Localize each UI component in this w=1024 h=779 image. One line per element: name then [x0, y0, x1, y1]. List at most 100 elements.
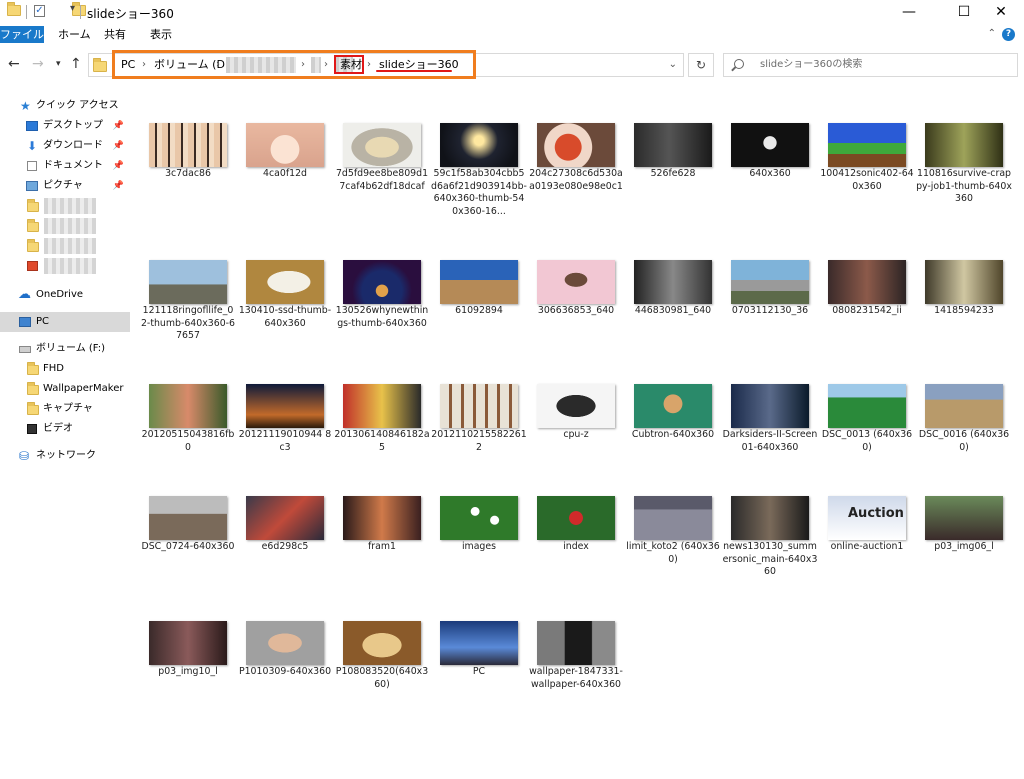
file-name: 446830981_640 [634, 305, 712, 316]
nav-item-hidden-app[interactable] [0, 256, 130, 276]
file-name: Darksiders-II-Screen01-640x360 [722, 429, 818, 453]
thumbnail [343, 123, 421, 167]
properties-icon[interactable]: ✓ [34, 5, 45, 17]
drive-icon [19, 346, 31, 353]
tab-view[interactable]: 表示 [142, 26, 180, 43]
highlight-box-red [334, 55, 364, 74]
customize-toolbar-icon[interactable]: ▾ [70, 3, 75, 14]
nav-label: ビデオ [43, 423, 73, 434]
thumbnail [246, 621, 324, 665]
thumbnail [925, 260, 1003, 304]
nav-item-video[interactable]: ビデオ [0, 419, 130, 439]
pin-icon[interactable]: 📌 [113, 136, 124, 156]
highlight-box-orange [112, 50, 476, 79]
thumbnail [149, 123, 227, 167]
file-name: online-auction1 [830, 541, 904, 552]
nav-item-network[interactable]: ⛁ ネットワーク [0, 446, 130, 466]
thumbnail [537, 496, 615, 540]
nav-label: ピクチャ [43, 180, 83, 191]
thumbnail: Auction [828, 496, 906, 540]
nav-label: WallpaperMaker [43, 383, 124, 394]
file-name: 640x360 [749, 168, 791, 179]
thumbnail [246, 123, 324, 167]
nav-item-desktop[interactable]: デスクトップ 📌 [0, 116, 130, 136]
file-name: fram1 [368, 541, 396, 552]
nav-item-onedrive[interactable]: ☁ OneDrive [0, 285, 130, 305]
folder-icon [27, 239, 39, 252]
nav-quick-access[interactable]: ★ クイック アクセス [0, 96, 130, 116]
thumbnail [634, 260, 712, 304]
thumbnail [731, 384, 809, 428]
separator [26, 5, 27, 19]
file-name: 204c27308c6d530aa0193e080e98e0c1 [529, 168, 623, 192]
search-input[interactable]: slideショー360の検索 [723, 53, 1018, 77]
nav-item-capture[interactable]: キャプチャ [0, 399, 130, 419]
nav-label: ボリューム (F:) [36, 343, 106, 354]
thumbnail [149, 384, 227, 428]
up-arrow-icon[interactable]: ↑ [70, 56, 82, 72]
file-name: 4ca0f12d [262, 168, 307, 179]
back-arrow-icon[interactable]: ← [8, 56, 20, 72]
nav-item-hidden-folder[interactable] [0, 236, 130, 256]
thumbnail [246, 260, 324, 304]
thumbnail [634, 384, 712, 428]
file-name: cpu-z [563, 429, 589, 440]
tab-share[interactable]: 共有 [96, 26, 134, 43]
search-icon [734, 59, 744, 69]
folder-icon [93, 58, 107, 72]
help-icon[interactable]: ? [1002, 28, 1015, 41]
forward-arrow-icon[interactable]: → [32, 56, 44, 72]
file-name: DSC_0724-640x360 [141, 541, 235, 552]
nav-item-pc[interactable]: PC [0, 312, 130, 332]
nav-label: PC [36, 316, 50, 327]
nav-item-hidden-folder[interactable] [0, 216, 130, 236]
nav-label: OneDrive [36, 289, 84, 300]
nav-item-documents[interactable]: ドキュメント 📌 [0, 156, 130, 176]
network-icon: ⛁ [19, 449, 30, 463]
file-name: Cubtron-640x360 [631, 429, 715, 440]
thumbnail [440, 621, 518, 665]
thumbnail [634, 123, 712, 167]
file-name: 306636853_640 [537, 305, 615, 316]
thumbnail [343, 496, 421, 540]
file-name: limit_koto2 (640x360) [626, 541, 720, 565]
file-name: p03_img10_l [158, 666, 218, 677]
thumbnail [149, 621, 227, 665]
close-button[interactable]: ✕ [978, 0, 1024, 25]
desktop-icon [26, 121, 38, 131]
file-name: 7d5fd9ee8be809d17caf4b62df18dcaf [335, 168, 429, 192]
file-name: e6d298c5 [261, 541, 309, 552]
file-name: 20120515043816fb0 [141, 429, 235, 453]
chevron-down-icon[interactable]: ⌄ [669, 54, 677, 76]
file-name: DSC_0013 (640x360) [821, 429, 913, 453]
chevron-up-icon[interactable]: ⌃ [988, 28, 996, 39]
folder-icon [27, 402, 39, 415]
star-icon: ★ [20, 99, 31, 113]
nav-item-pictures[interactable]: ピクチャ 📌 [0, 176, 130, 196]
minimize-button[interactable]: — [886, 0, 932, 25]
pin-icon[interactable]: 📌 [113, 156, 124, 176]
pin-icon[interactable]: 📌 [113, 116, 124, 136]
highlight-underline-red [376, 70, 452, 72]
blurred-label [44, 238, 96, 254]
nav-item-wallpapermaker[interactable]: WallpaperMaker [0, 379, 130, 399]
file-name: P108083520(640x360) [335, 666, 429, 690]
refresh-icon[interactable]: ↻ [688, 53, 714, 77]
blurred-label [44, 218, 96, 234]
nav-item-volume-f[interactable]: ボリューム (F:) [0, 339, 130, 359]
tab-file[interactable]: ファイル [0, 26, 44, 43]
download-icon: ⬇ [26, 139, 38, 153]
thumbnail [925, 123, 1003, 167]
thumbnail [828, 123, 906, 167]
recent-locations-icon[interactable]: ▾ [56, 59, 61, 69]
nav-item-downloads[interactable]: ⬇ ダウンロード 📌 [0, 136, 130, 156]
thumbnail [828, 384, 906, 428]
tab-home[interactable]: ホーム [50, 26, 99, 43]
nav-item-fhd[interactable]: FHD [0, 359, 130, 379]
nav-label: キャプチャ [43, 403, 93, 414]
file-name: 0808231542_ii [832, 305, 902, 316]
file-name: P1010309-640x360 [238, 666, 332, 677]
pictures-icon [26, 181, 38, 191]
nav-item-hidden-folder[interactable] [0, 196, 130, 216]
pin-icon[interactable]: 📌 [113, 176, 124, 196]
